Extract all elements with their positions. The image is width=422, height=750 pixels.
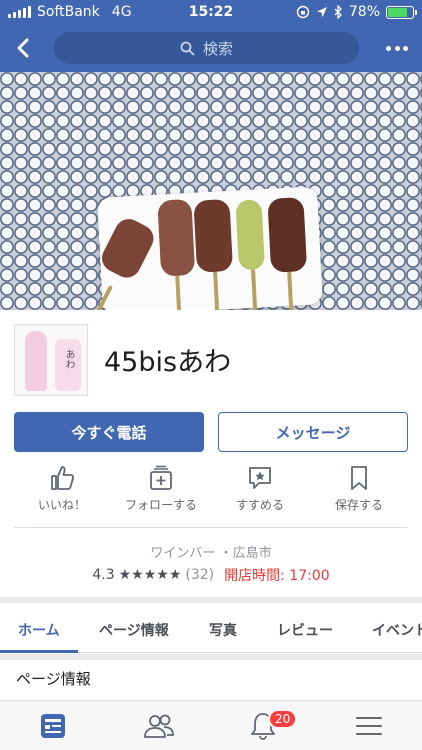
rating-value: 4.3 [92,567,115,583]
notification-badge: 20 [268,709,298,729]
location-icon [316,7,327,17]
rating-line[interactable]: 4.3 ★★★★★ (32) 開店時間: 17:00 [0,565,422,585]
like-icon [51,466,75,490]
nav-bar: 検索 [0,24,422,72]
bluetooth-icon [334,5,342,19]
review-count: (32) [185,567,215,583]
search-placeholder: 検索 [202,39,233,58]
menu-icon[interactable] [352,711,386,741]
active-tab-indicator [0,650,78,653]
recommend-label: すすめる [235,498,284,512]
bottom-tab-bar: 20 [0,700,422,750]
follow-action[interactable]: フォローする [111,464,211,513]
like-action[interactable]: いいね！ [12,464,112,513]
page-actions: いいね！ フォローする すすめる 保存する [0,464,422,528]
page-tabs: ホーム ページ情報 写真 レビュー イベント [0,603,422,653]
opening-hours: 開店時間: 17:00 [224,568,330,584]
tab-home[interactable]: ホーム [18,620,60,640]
tab-events[interactable]: イベント [372,620,422,640]
recommend-action[interactable]: すすめる [210,464,310,513]
tab-page-info[interactable]: ページ情報 [99,620,169,640]
tab-photos[interactable]: 写真 [209,620,237,640]
section-title: ページ情報 [16,670,91,688]
battery-fill [388,7,407,17]
page-header: あわ 45bisあわ [0,310,422,406]
cover-photo[interactable] [0,72,422,310]
page-title: 45bisあわ [104,347,232,378]
tab-reviews[interactable]: レビュー [277,620,333,640]
save-label: 保存する [334,498,383,512]
follow-label: フォローする [124,498,197,512]
info-separator: ・ [219,546,233,561]
rating-stars: ★★★★★ [118,567,182,583]
rotation-lock-icon [296,5,310,19]
section-gap [0,654,422,660]
battery-icon [386,5,417,19]
friends-icon[interactable] [142,711,176,741]
follow-icon [150,465,172,490]
divider [14,527,408,528]
recommend-icon [249,467,271,489]
category-line: ワインバー ・広島市 [0,542,422,561]
news-feed-icon[interactable] [36,711,70,741]
search-input[interactable]: 検索 [54,32,359,64]
battery-percent: 78% [348,4,380,20]
status-right: 78% [296,4,417,20]
chevron-left-icon[interactable] [10,34,38,62]
skewer-plate-image [77,186,323,310]
like-label: いいね！ [37,498,86,512]
location-label: 広島市 [232,546,272,561]
page-avatar[interactable]: あわ [14,324,88,396]
call-now-button[interactable]: 今すぐ電話 [14,412,204,452]
search-icon [180,41,195,55]
message-button[interactable]: メッセージ [218,412,408,452]
bookmark-icon [351,466,367,490]
more-dots-icon[interactable] [386,38,408,58]
category-label: ワインバー [150,546,216,561]
status-bar: SoftBank 4G 15:22 78% [0,0,422,24]
save-action[interactable]: 保存する [309,464,409,513]
